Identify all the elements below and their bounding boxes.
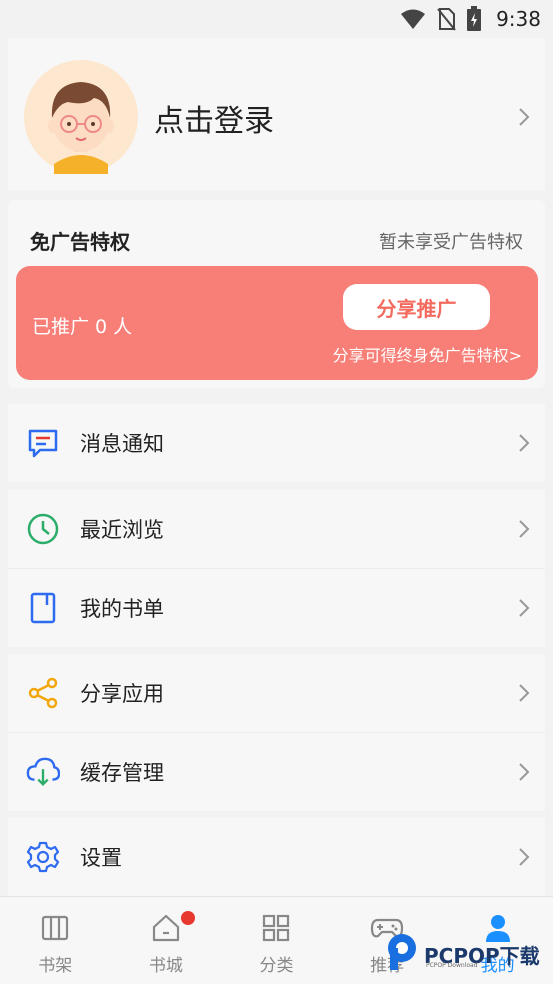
menu-item-cache[interactable]: 缓存管理 xyxy=(8,732,545,811)
menu-group-settings: 设置 xyxy=(8,818,545,896)
ad-privilege-title: 免广告特权 xyxy=(30,230,130,254)
status-bar: 9:38 xyxy=(0,0,553,38)
menu-item-settings[interactable]: 设置 xyxy=(8,818,545,896)
menu-group-reading: 最近浏览 我的书单 xyxy=(8,490,545,647)
bookmark-list-icon xyxy=(26,591,60,625)
menu-item-messages[interactable]: 消息通知 xyxy=(8,404,545,482)
no-sim-icon xyxy=(436,7,456,31)
menu-group-messages: 消息通知 xyxy=(8,404,545,482)
home-icon xyxy=(149,911,183,945)
share-icon xyxy=(26,676,60,710)
chevron-right-icon xyxy=(517,106,531,128)
promotion-note-link[interactable]: 分享可得终身免广告特权> xyxy=(333,342,522,366)
menu-item-booklist[interactable]: 我的书单 xyxy=(8,568,545,647)
chevron-right-icon xyxy=(517,432,531,454)
promotion-banner: 已推广 0 人 分享推广 分享可得终身免广告特权> xyxy=(16,266,538,380)
watermark-logo-icon xyxy=(384,932,420,976)
avatar[interactable] xyxy=(24,60,138,174)
chevron-right-icon xyxy=(517,846,531,868)
watermark-subtext: PCPOP Download xyxy=(426,962,478,969)
tab-bookstore[interactable]: 书城 xyxy=(111,897,222,984)
ad-privilege-card: 免广告特权 暂未享受广告特权 已推广 0 人 分享推广 分享可得终身免广告特权> xyxy=(8,200,545,388)
login-label[interactable]: 点击登录 xyxy=(154,96,274,140)
chevron-right-icon xyxy=(517,518,531,540)
menu-label-share-app: 分享应用 xyxy=(80,682,164,706)
chevron-right-icon xyxy=(517,761,531,783)
tab-label: 分类 xyxy=(259,956,294,976)
notification-badge xyxy=(180,911,195,925)
menu-label-cache: 缓存管理 xyxy=(80,761,164,785)
clock-icon xyxy=(26,512,60,546)
tab-label: 书城 xyxy=(148,956,183,976)
menu-item-recent[interactable]: 最近浏览 xyxy=(8,490,545,568)
menu-label-settings: 设置 xyxy=(80,846,122,870)
menu-item-share-app[interactable]: 分享应用 xyxy=(8,654,545,732)
category-icon xyxy=(259,911,293,945)
message-icon xyxy=(26,426,60,460)
menu-label-booklist: 我的书单 xyxy=(80,597,164,621)
cloud-download-icon xyxy=(26,755,60,789)
status-time: 9:38 xyxy=(496,7,541,31)
bookshelf-icon xyxy=(38,911,72,945)
tab-bookshelf[interactable]: 书架 xyxy=(0,897,111,984)
menu-label-recent: 最近浏览 xyxy=(80,518,164,542)
chevron-right-icon xyxy=(517,682,531,704)
profile-header[interactable]: 点击登录 xyxy=(8,38,545,190)
watermark: PCPOP下载 PCPOP Download xyxy=(384,932,540,976)
wifi-icon xyxy=(400,8,426,30)
tab-category[interactable]: 分类 xyxy=(221,897,332,984)
battery-charging-icon xyxy=(466,6,482,32)
chevron-right-icon xyxy=(517,597,531,619)
share-promotion-button[interactable]: 分享推广 xyxy=(343,284,490,330)
promoted-count: 已推广 0 人 xyxy=(32,316,133,338)
tab-label: 书架 xyxy=(38,956,73,976)
gear-icon xyxy=(26,840,60,874)
menu-group-app: 分享应用 缓存管理 xyxy=(8,654,545,811)
ad-privilege-status: 暂未享受广告特权 xyxy=(379,232,523,253)
menu-label-messages: 消息通知 xyxy=(80,432,164,456)
